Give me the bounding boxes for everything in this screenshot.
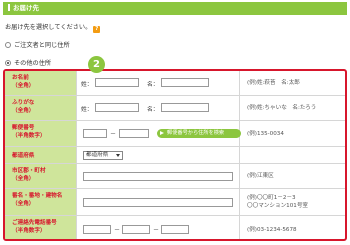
field-inputs xyxy=(76,189,240,215)
phone-third-input[interactable] xyxy=(161,225,189,234)
phone-first-input[interactable] xyxy=(83,225,111,234)
address-input[interactable] xyxy=(83,198,233,207)
help-icon[interactable]: ? xyxy=(93,26,101,33)
field-inputs xyxy=(76,164,240,188)
option-same-as-orderer[interactable]: ご注文者と同じ住所 xyxy=(5,40,70,49)
instruction-text: お届け先を選択してください。? xyxy=(5,24,101,33)
field-example: (例)江東区 xyxy=(247,173,274,179)
city-input[interactable] xyxy=(83,172,233,181)
form-row-postal: 郵便番号 （半角数字） － 郵便番号から住所を検索 (例)135-0034 xyxy=(5,121,345,147)
field-inputs: 姓： 名： xyxy=(76,96,240,120)
address-form: お名前 （全角） 姓： 名： (例)姓:萩苔 名:太郎 ふりがな （全角） 姓： 名… xyxy=(3,69,347,241)
form-row-furigana: ふりがな （全角） 姓： 名： (例)姓:ちゃいな 名:たろう xyxy=(5,96,345,121)
field-inputs: 都道府県 xyxy=(76,147,240,163)
form-row-prefecture: 都道府県 都道府県 xyxy=(5,147,345,164)
field-label: ご連絡先電話番号 （半角数字） xyxy=(5,216,76,239)
last-name-kana-input[interactable] xyxy=(95,103,139,112)
postal-code-first-input[interactable] xyxy=(83,129,107,138)
field-example: (例)姓:ちゃいな 名:たろう xyxy=(247,105,317,111)
option-other-address[interactable]: その他の住所 xyxy=(5,58,51,67)
option-label: その他の住所 xyxy=(14,60,52,67)
section-title: お届け先 xyxy=(13,4,39,12)
field-label: お名前 （全角） xyxy=(5,71,76,95)
option-label: ご注文者と同じ住所 xyxy=(14,42,70,49)
field-example xyxy=(247,147,345,163)
step-number-badge: 2 xyxy=(88,56,105,73)
last-name-input[interactable] xyxy=(95,78,139,87)
form-row-phone: ご連絡先電話番号 （半角数字） － － (例)03-1234-5678 xyxy=(5,216,345,239)
arrow-icon xyxy=(160,131,164,135)
field-label: 市区郡・町村 （全角） xyxy=(5,164,76,188)
field-inputs: － 郵便番号から住所を検索 xyxy=(76,121,241,146)
first-name-input[interactable] xyxy=(161,78,209,87)
form-row-address: 番名・番地・建物名 （全角） (例)〇〇町1－2－3 〇〇マンション101号室 xyxy=(5,189,345,216)
form-row-city: 市区郡・町村 （全角） (例)江東区 xyxy=(5,164,345,189)
field-label: 番名・番地・建物名 （全角） xyxy=(5,189,76,215)
field-example: (例)〇〇町1－2－3 〇〇マンション101号室 xyxy=(247,195,309,209)
field-example: (例)03-1234-5678 xyxy=(247,226,297,233)
chevron-down-icon xyxy=(116,154,120,157)
first-name-kana-input[interactable] xyxy=(161,103,209,112)
phone-second-input[interactable] xyxy=(122,225,150,234)
prefecture-select[interactable]: 都道府県 xyxy=(83,151,123,160)
postal-code-second-input[interactable] xyxy=(119,129,149,138)
postal-search-button[interactable]: 郵便番号から住所を検索 xyxy=(157,129,241,138)
radio-button[interactable] xyxy=(5,41,11,48)
header-marker xyxy=(8,4,10,11)
field-label: 郵便番号 （半角数字） xyxy=(5,121,76,146)
field-inputs: － － xyxy=(76,216,240,239)
section-header: お届け先 xyxy=(3,2,347,15)
field-label: ふりがな （全角） xyxy=(5,96,76,120)
form-row-name: お名前 （全角） 姓： 名： (例)姓:萩苔 名:太郎 xyxy=(5,71,345,96)
field-inputs: 姓： 名： xyxy=(76,71,240,95)
radio-button[interactable] xyxy=(5,59,11,66)
field-example: (例)姓:萩苔 名:太郎 xyxy=(247,80,300,86)
field-example: (例)135-0034 xyxy=(247,130,284,137)
field-label: 都道府県 xyxy=(5,147,76,163)
